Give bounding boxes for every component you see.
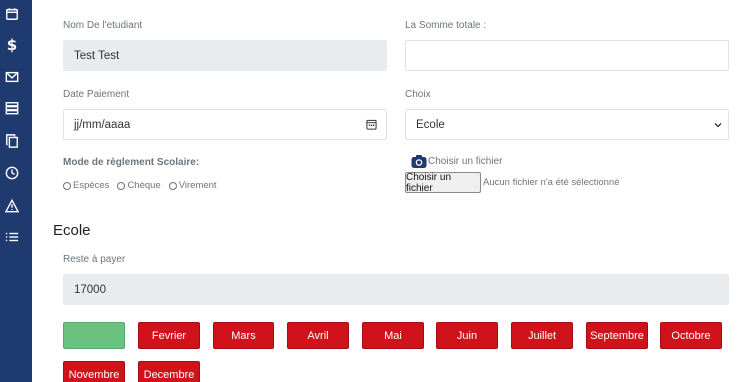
- mail-icon[interactable]: [4, 69, 20, 85]
- camera-icon: [411, 155, 427, 168]
- server-icon[interactable]: [4, 100, 20, 116]
- month-button-septembre[interactable]: Septembre: [586, 322, 648, 349]
- month-button-novembre[interactable]: Novembre: [63, 361, 125, 382]
- clock-icon[interactable]: [4, 165, 20, 181]
- copy-icon[interactable]: [4, 133, 20, 149]
- month-button-octobre[interactable]: Octobre: [660, 322, 722, 349]
- date-label: Date Paiement: [63, 89, 130, 100]
- calendar-picker-icon[interactable]: [366, 119, 377, 130]
- warning-icon[interactable]: [4, 198, 20, 214]
- student-name-field[interactable]: Test Test: [63, 40, 387, 71]
- total-label: La Somme totale :: [405, 20, 487, 31]
- radio-virement[interactable]: Virement: [168, 180, 217, 191]
- date-input[interactable]: jj/mm/aaaa: [63, 109, 387, 140]
- remaining-field: 17000: [63, 274, 729, 305]
- month-button-juin[interactable]: Juin: [436, 322, 498, 349]
- choice-label: Choix: [405, 89, 431, 100]
- choose-file-button[interactable]: Choisir un fichier: [405, 172, 481, 194]
- file-label: Choisir un fichier: [428, 156, 503, 167]
- radio-especes-label: Espèces: [73, 180, 110, 191]
- radio-circle[interactable]: [117, 181, 126, 190]
- radio-cheque[interactable]: Chèque: [117, 180, 161, 191]
- total-input[interactable]: [405, 40, 729, 71]
- payment-mode-options: Espèces Chèque Virement: [63, 180, 225, 191]
- remaining-value: 17000: [74, 283, 106, 296]
- radio-circle[interactable]: [168, 181, 177, 190]
- payment-mode-label: Mode de règlement Scolaire:: [63, 157, 200, 168]
- file-status-text: Aucun fichier n'a été sélectionné: [483, 177, 620, 188]
- chevron-down-icon: [714, 123, 722, 128]
- month-button-janvier[interactable]: [63, 322, 125, 349]
- month-button-decembre[interactable]: Decembre: [138, 361, 200, 382]
- sidebar: $: [0, 0, 32, 382]
- radio-virement-label: Virement: [178, 180, 217, 191]
- dollar-icon[interactable]: $: [4, 36, 20, 54]
- section-title: Ecole: [53, 222, 91, 239]
- radio-especes[interactable]: Espèces: [63, 180, 109, 191]
- choice-select[interactable]: Ecole: [405, 109, 729, 140]
- month-button-fevrier[interactable]: Fevrier: [138, 322, 200, 349]
- month-button-mars[interactable]: Mars: [213, 322, 274, 349]
- student-name-value: Test Test: [74, 49, 120, 62]
- remaining-label: Reste à payer: [63, 254, 126, 265]
- date-placeholder: jj/mm/aaaa: [74, 118, 131, 131]
- student-name-label: Nom De l'etudiant: [63, 20, 143, 31]
- choice-value: Ecole: [416, 118, 445, 131]
- radio-cheque-label: Chèque: [127, 180, 161, 191]
- month-button-mai[interactable]: Mai: [362, 322, 424, 349]
- radio-circle[interactable]: [63, 181, 71, 190]
- month-button-avril[interactable]: Avril: [287, 322, 349, 349]
- list-icon[interactable]: [4, 229, 20, 245]
- month-button-juillet[interactable]: Juillet: [511, 322, 573, 349]
- calendar-icon[interactable]: [4, 6, 20, 22]
